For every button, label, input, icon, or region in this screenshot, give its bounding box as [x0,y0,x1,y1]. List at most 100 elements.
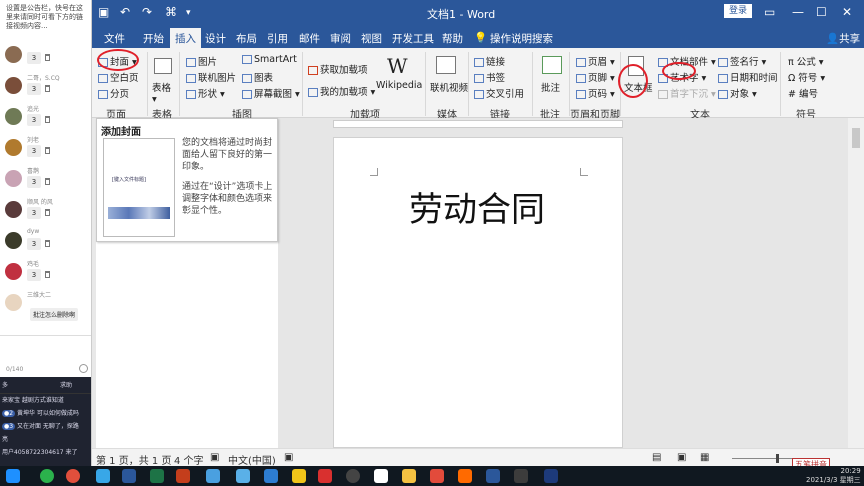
trash-icon[interactable] [45,116,50,123]
date-time-button[interactable]: 日期和时间 [718,70,778,84]
trash-icon[interactable] [45,85,50,92]
tab-design[interactable]: 设计 [205,31,226,46]
like-count[interactable]: 3 [27,176,41,188]
language-indicator[interactable]: 中文(中国) [228,452,276,467]
tab-home[interactable]: 开始 [143,31,164,46]
redo-icon[interactable]: ↷ [142,5,152,19]
chat-input-box[interactable] [0,335,91,373]
tab-view[interactable]: 视图 [361,31,382,46]
get-addins-button[interactable]: 获取加载项 [308,62,368,76]
app-icon[interactable] [318,469,332,483]
like-count[interactable]: 3 [27,145,41,157]
trash-icon[interactable] [45,54,50,61]
maximize-icon[interactable]: ☐ [816,5,827,19]
minimize-icon[interactable]: — [792,5,804,19]
like-count[interactable]: 3 [27,114,41,126]
vertical-scrollbar[interactable] [848,118,864,448]
start-icon[interactable] [6,469,20,483]
tab-insert[interactable]: 插入 [170,28,201,48]
like-count[interactable]: 3 [27,52,41,64]
app-icon[interactable] [544,469,558,483]
chart-button[interactable]: 图表 [242,70,273,84]
chrome-icon[interactable] [66,469,80,483]
app-icon[interactable] [206,469,220,483]
zoom-slider-handle[interactable] [776,454,779,463]
trash-icon[interactable] [45,209,50,216]
cross-reference-button[interactable]: 交叉引用 [474,86,524,100]
blank-page-button[interactable]: 空白页 [98,70,139,84]
proofing-icon[interactable]: ▣ [210,452,219,463]
app-icon[interactable] [40,469,54,483]
equation-button[interactable]: π 公式 ▾ [788,54,824,68]
signature-line-button[interactable]: 签名行 ▾ [718,54,766,68]
share-button[interactable]: 👤共享 [826,31,860,46]
trash-icon[interactable] [45,147,50,154]
my-addins-button[interactable]: 我的加载项 ▾ [308,84,375,98]
tab-layout[interactable]: 布局 [236,31,257,46]
document-title-text[interactable]: 劳动合同 [409,182,545,231]
app-icon[interactable] [374,469,388,483]
tab-help[interactable]: 帮助 [442,31,463,46]
excel-icon[interactable] [150,469,164,483]
powerpoint-icon[interactable] [176,469,190,483]
tab-developer[interactable]: 开发工具 [392,31,434,46]
word-count[interactable]: 4 个字 [174,452,204,467]
scrollbar-thumb[interactable] [852,128,860,148]
screenshot-button[interactable]: 屏幕截图 ▾ [242,86,300,100]
print-layout-icon[interactable]: ▣ [677,452,686,463]
page-number-button[interactable]: 页码 ▾ [576,86,615,100]
trash-icon[interactable] [45,271,50,278]
symbol-button[interactable]: Ω 符号 ▾ [788,70,825,84]
app-icon[interactable] [236,469,250,483]
drop-cap-button[interactable]: 首字下沉 ▾ [658,86,716,100]
login-button[interactable]: 登录 [724,4,752,18]
pictures-button[interactable]: 图片 [186,54,217,68]
smartart-button[interactable]: SmartArt [242,54,297,65]
trash-icon[interactable] [45,240,50,247]
tab-mailings[interactable]: 邮件 [299,31,320,46]
file-explorer-icon[interactable] [402,469,416,483]
app-icon[interactable] [514,469,528,483]
app-icon[interactable] [264,469,278,483]
ribbon-display-icon[interactable]: ▭ [764,5,775,19]
tab-file[interactable]: 文件 [104,31,125,46]
footer-button[interactable]: 页脚 ▾ [576,70,615,84]
page-count[interactable]: 第 1 页，共 1 页 [96,452,171,467]
customize-toolbar-icon[interactable]: ▾ [186,8,191,18]
tab-references[interactable]: 引用 [267,31,288,46]
save-icon[interactable]: ▣ [98,5,109,19]
comment-button[interactable]: 批注 [541,80,560,94]
help-request-button[interactable]: 求助 [60,377,72,394]
emoji-icon[interactable] [79,364,88,373]
accessibility-icon[interactable]: ▣ [284,452,293,463]
app-icon[interactable] [346,469,360,483]
wikipedia-button[interactable]: Wikipedia [376,80,422,91]
like-count[interactable]: 3 [27,207,41,219]
trash-icon[interactable] [45,178,50,185]
table-button[interactable]: 表格 ▾ [152,80,171,105]
system-clock[interactable]: 20:29 2021/3/3 星期三 [806,467,861,485]
read-mode-icon[interactable]: ▤ [652,452,661,463]
app-icon[interactable] [292,469,306,483]
app-icon[interactable] [96,469,110,483]
web-layout-icon[interactable]: ▦ [700,452,709,463]
tell-me-search[interactable]: 操作说明搜索 [490,31,553,46]
app-icon[interactable] [430,469,444,483]
tab-review[interactable]: 审阅 [330,31,351,46]
header-button[interactable]: 页眉 ▾ [576,54,615,68]
like-count[interactable]: 3 [27,269,41,281]
numbering-button[interactable]: # 编号 [788,86,818,100]
like-count[interactable]: 3 [27,83,41,95]
document-page[interactable]: 劳动合同 [333,137,623,448]
object-button[interactable]: 对象 ▾ [718,86,757,100]
horizontal-ruler[interactable] [333,120,623,128]
shapes-button[interactable]: 形状 ▾ [186,86,225,100]
touch-mode-icon[interactable]: ⌘ [165,5,177,19]
page-break-button[interactable]: 分页 [98,86,129,100]
app-icon[interactable] [458,469,472,483]
like-count[interactable]: 3 [27,238,41,250]
online-video-button[interactable]: 联机视频 [430,80,468,94]
word-taskbar-icon[interactable] [122,469,136,483]
bookmark-button[interactable]: 书签 [474,70,505,84]
online-pictures-button[interactable]: 联机图片 [186,70,236,84]
